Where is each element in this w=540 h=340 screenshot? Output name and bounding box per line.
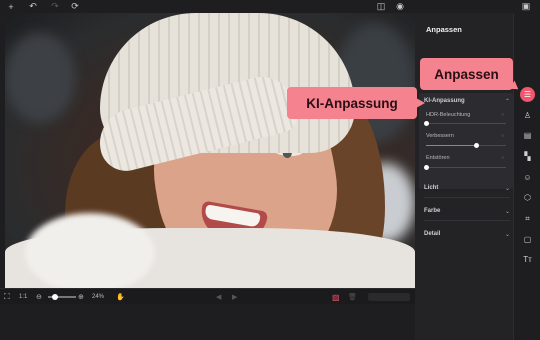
zoom-out-icon[interactable]: ⊖	[36, 289, 42, 305]
licht-section-header[interactable]: Licht ⌄	[424, 182, 510, 194]
face-icon[interactable]: ☺	[520, 170, 535, 185]
ki-section-label: KI-Anpassung	[424, 98, 465, 104]
hdr-slider[interactable]	[424, 121, 506, 126]
undo-icon[interactable]: ↶	[28, 0, 38, 13]
text-icon[interactable]: Tт	[520, 252, 535, 267]
compare-icon[interactable]: ◫	[375, 0, 387, 13]
callout-adjust: Anpassen	[420, 58, 513, 90]
zoom-in-icon[interactable]: ⊕	[78, 289, 84, 305]
zoom-slider-knob[interactable]	[51, 294, 58, 300]
slider-value-icon: ○	[500, 155, 504, 161]
photo-fur	[25, 213, 155, 288]
chevron-down-icon: ⌄	[504, 208, 510, 215]
crop-icon[interactable]: ⌗	[520, 211, 535, 226]
trash-icon[interactable]: 🗑	[348, 289, 357, 305]
image-edit-icon[interactable]: ▤	[520, 128, 535, 143]
background-blur	[5, 33, 75, 123]
slider-label: HDR-Beleuchtung	[426, 112, 471, 118]
chevron-down-icon: ⌄	[504, 231, 510, 238]
plus-icon[interactable]: +	[6, 0, 16, 13]
ratio-label[interactable]: 1:1	[19, 289, 27, 305]
farbe-section-label: Farbe	[424, 208, 441, 214]
slider-value-icon: ○	[500, 133, 504, 139]
licht-section-label: Licht	[424, 185, 439, 191]
enhance-slider[interactable]	[426, 143, 506, 148]
divider	[424, 197, 510, 198]
chevron-down-icon: ⌄	[504, 185, 510, 192]
top-toolbar: + ↶ ↷ ⟳ ◫ ◉ ▣	[0, 0, 540, 13]
disabled-action-button[interactable]	[368, 293, 410, 301]
hand-icon[interactable]: ✋	[116, 289, 125, 305]
denoise-slider[interactable]	[424, 165, 506, 170]
eye-icon[interactable]: ◉	[394, 0, 406, 13]
redo-icon[interactable]: ↷	[50, 0, 60, 13]
save-icon[interactable]: ▣	[520, 0, 532, 13]
photo-canvas[interactable]	[5, 13, 415, 288]
checker-icon[interactable]: ▚	[520, 149, 535, 164]
image-icon[interactable]: ▨	[332, 289, 340, 305]
divider	[424, 220, 510, 221]
slider-knob[interactable]	[473, 143, 479, 148]
previous-icon[interactable]: ◀	[216, 289, 221, 305]
next-icon[interactable]: ▶	[232, 289, 237, 305]
stamp-icon[interactable]: ♙	[520, 108, 535, 123]
callout-ai-adjust: KI-Anpassung	[287, 87, 425, 119]
detail-section-header[interactable]: Detail ⌄	[424, 228, 510, 240]
slider-knob[interactable]	[424, 165, 429, 170]
shapes-icon[interactable]: ⬡	[520, 190, 535, 205]
slider-fill	[426, 145, 476, 146]
frame-icon[interactable]: ▢	[520, 232, 535, 247]
zoom-percent: 24%	[92, 294, 105, 300]
slider-label: Verbessern	[426, 133, 454, 139]
zoom-slider[interactable]	[48, 294, 76, 300]
farbe-section-header[interactable]: Farbe ⌄	[424, 205, 510, 217]
detail-section-label: Detail	[424, 231, 441, 237]
chevron-up-icon: ⌃	[504, 98, 510, 105]
panel-title: Anpassen	[426, 25, 462, 34]
tool-strip: ☰ ♙ ▤ ▚ ☺ ⬡ ⌗ ▢ Tт	[513, 13, 540, 340]
ki-section-header[interactable]: KI-Anpassung ⌃	[424, 95, 510, 107]
bottom-toolbar: ⛶ 1:1 ⊖ ⊕ 24% ✋ ◀ ▶ ▨ 🗑	[0, 288, 415, 304]
refresh-icon[interactable]: ⟳	[70, 0, 80, 13]
ki-section	[419, 93, 513, 189]
fit-screen-icon[interactable]: ⛶	[4, 289, 10, 305]
slider-value-icon: ○	[500, 112, 504, 118]
slider-label: Entstören	[426, 155, 450, 161]
adjust-sliders-icon[interactable]: ☰	[520, 87, 535, 102]
slider-knob[interactable]	[424, 121, 429, 126]
